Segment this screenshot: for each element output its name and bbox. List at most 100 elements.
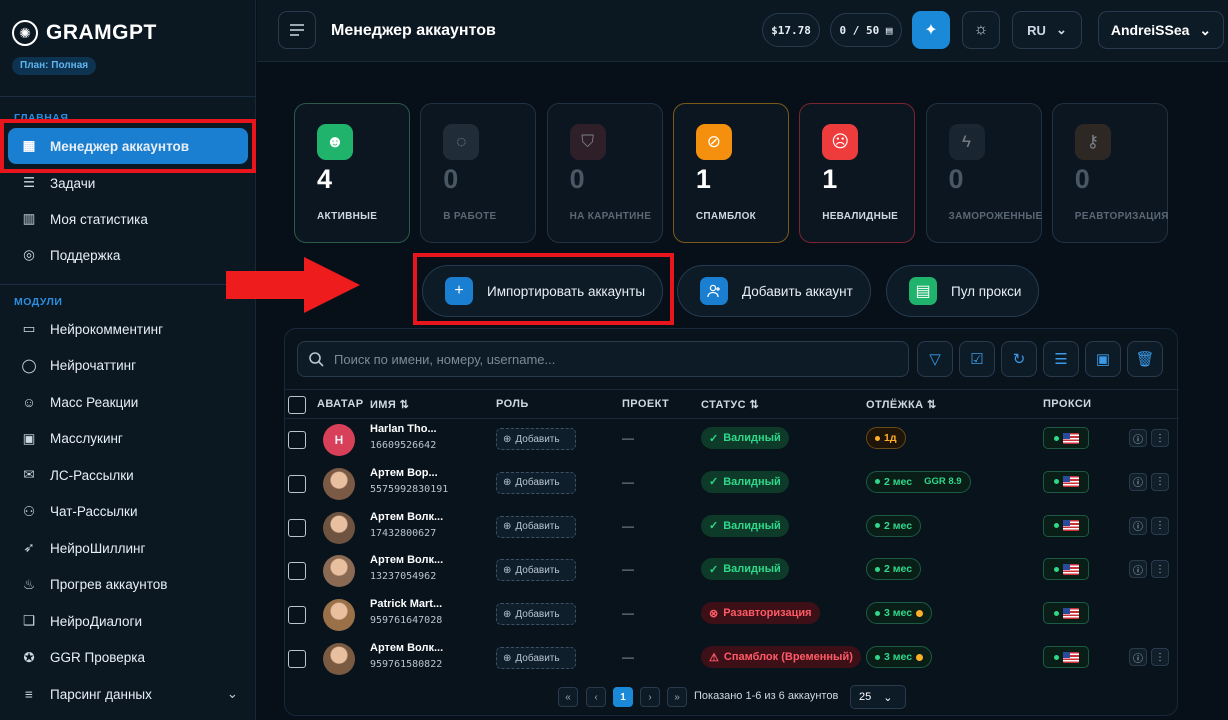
refresh-button[interactable]: ↻: [1001, 341, 1037, 377]
sidebar-module-9[interactable]: ❑ НейроДиалоги: [8, 603, 248, 639]
sidebar-module-10[interactable]: ✪ GGR Проверка: [8, 640, 248, 676]
info-button[interactable]: ⓘ: [1129, 472, 1147, 491]
stat-card-3[interactable]: ⛉ 0 НА КАРАНТИНЕ: [546, 103, 663, 243]
stat-card-2[interactable]: ◌ 0 В РАБОТЕ: [420, 103, 537, 243]
account-phone: 16609526642: [370, 440, 437, 451]
language-select[interactable]: RU ⌄: [1012, 11, 1082, 49]
brand[interactable]: ✺ GRAMGPT: [12, 20, 157, 46]
theme-toggle-button[interactable]: ☼: [962, 11, 1000, 49]
balance-badge[interactable]: $17.78: [762, 13, 820, 47]
columns-settings-button[interactable]: ☰: [1043, 341, 1079, 377]
th-otlezhka[interactable]: ОТЛЁЖКА ⇅: [866, 398, 937, 411]
proxy-badge[interactable]: [1043, 602, 1089, 625]
ai-sparkle-button[interactable]: ✦: [912, 11, 950, 49]
add-role-button[interactable]: ⊕ Добавить: [496, 647, 576, 669]
sidebar-module-label: ЛС-Рассылки: [50, 467, 134, 483]
sidebar-module-label: Масс Реакции: [50, 394, 139, 410]
th-avatar: АВАТАР: [317, 398, 364, 410]
import-accounts-button[interactable]: + Импортировать аккаунты: [422, 265, 663, 317]
account-name: Patrick Mart...: [370, 598, 443, 611]
stat-card-6[interactable]: ϟ 0 ЗАМОРОЖЕННЫЕ: [925, 103, 1042, 243]
stat-card-7[interactable]: ⚷ 0 РЕАВТОРИЗАЦИЯ: [1051, 103, 1168, 243]
stat-card-4[interactable]: ⊘ 1 СПАМБЛОК: [672, 103, 789, 243]
status-dot: [875, 566, 880, 572]
check-circle-icon: ✓: [709, 520, 719, 533]
next-page-button[interactable]: ›: [640, 687, 660, 707]
plus-circle-icon: ⊕: [503, 521, 512, 533]
sidebar-module-2[interactable]: ◯ Нейрочаттинг: [8, 348, 248, 384]
delete-button[interactable]: 🗑: [1127, 341, 1163, 377]
stat-card-1[interactable]: ☻ 4 АКТИВНЫЕ: [294, 103, 410, 243]
proxy-badge[interactable]: [1043, 558, 1089, 581]
project-value: —: [622, 431, 634, 445]
more-options-button[interactable]: ⋮: [1151, 429, 1169, 447]
add-role-button[interactable]: ⊕ Добавить: [496, 603, 576, 626]
status-dot: [1053, 523, 1059, 529]
info-button[interactable]: ⓘ: [1129, 648, 1147, 666]
proxy-badge[interactable]: [1043, 646, 1089, 668]
sidebar-module-4[interactable]: ▣ Масслукинг: [8, 421, 248, 457]
sidebar-item-2[interactable]: ☰ Задачи: [8, 165, 248, 201]
smile-icon: ☺: [22, 394, 36, 410]
per-page-select[interactable]: 25 ⌄: [850, 685, 906, 709]
current-page-button[interactable]: 1: [613, 687, 633, 707]
sidebar-module-1[interactable]: ▭ Нейрокомментинг: [8, 311, 248, 347]
table-row[interactable]: Артем Волк... 17432800627 ⊕ Добавить — ✓ Валид…: [285, 505, 1179, 549]
table-row[interactable]: Артем Волк... 959761580822 ⊕ Добавить — ⚠ Спам…: [285, 636, 1179, 680]
status-text: Валидный: [723, 432, 781, 444]
row-checkbox[interactable]: [288, 474, 306, 493]
row-checkbox[interactable]: [288, 431, 306, 449]
image-button[interactable]: ▣: [1085, 341, 1121, 377]
th-name[interactable]: ИМЯ ⇅: [370, 398, 409, 411]
sidebar-module-5[interactable]: ✉ ЛС-Рассылки: [8, 457, 248, 493]
info-button[interactable]: ⓘ: [1129, 429, 1147, 447]
stat-card-5[interactable]: ☹ 1 НЕВАЛИДНЫЕ: [799, 103, 916, 243]
row-checkbox[interactable]: [288, 518, 306, 537]
add-account-button[interactable]: Добавить аккаунт: [677, 265, 871, 317]
info-button[interactable]: ⓘ: [1129, 516, 1147, 535]
sidebar-module-6[interactable]: ⚇ Чат-Рассылки: [8, 494, 248, 530]
table-row[interactable]: Артем Вор... 5575992830191 ⊕ Добавить — ✓ Вали…: [285, 461, 1179, 505]
table-row[interactable]: H Harlan Tho... 16609526642 ⊕ Добавить — ✓ Вали…: [285, 417, 1179, 461]
add-role-button[interactable]: ⊕ Добавить: [496, 515, 576, 538]
search-input[interactable]: Поиск по имени, номеру, username...: [297, 341, 909, 377]
add-role-button[interactable]: ⊕ Добавить: [496, 471, 576, 494]
info-button[interactable]: ⓘ: [1129, 560, 1147, 579]
select-all-button[interactable]: ☑: [959, 341, 995, 377]
proxy-badge[interactable]: [1043, 427, 1089, 449]
more-options-button[interactable]: ⋮: [1151, 560, 1169, 579]
row-checkbox[interactable]: [288, 606, 306, 625]
proxy-badge[interactable]: [1043, 514, 1089, 537]
proxy-badge[interactable]: [1043, 470, 1089, 493]
prev-page-button[interactable]: ‹: [586, 687, 606, 707]
comment-icon: ▭: [22, 321, 36, 336]
row-checkbox[interactable]: [288, 562, 306, 581]
first-page-button[interactable]: «: [558, 687, 578, 707]
select-all-checkbox[interactable]: [288, 396, 306, 414]
add-role-button[interactable]: ⊕ Добавить: [496, 428, 576, 450]
more-options-button[interactable]: ⋮: [1151, 648, 1169, 666]
more-options-button[interactable]: ⋮: [1151, 472, 1169, 491]
more-options-button[interactable]: ⋮: [1151, 516, 1169, 535]
sidebar-item-3[interactable]: ▥ Моя статистика: [8, 201, 248, 237]
user-menu[interactable]: AndreiSSea ⌄: [1098, 11, 1224, 49]
proxy-pool-button[interactable]: ▤ Пул прокси: [886, 265, 1039, 317]
row-checkbox[interactable]: [288, 650, 306, 668]
account-name: Артем Волк...: [370, 642, 444, 654]
sidebar-module-7[interactable]: ➶ НейроШиллинг: [8, 530, 248, 566]
last-page-button[interactable]: »: [667, 687, 687, 707]
accounts-quota-badge[interactable]: 0 / 50 ▤: [830, 13, 902, 47]
filter-button[interactable]: ▽: [917, 341, 953, 377]
add-role-button[interactable]: ⊕ Добавить: [496, 559, 576, 582]
menu-toggle-button[interactable]: [278, 11, 316, 49]
sidebar-item-4[interactable]: ◎ Поддержка: [8, 237, 248, 273]
sidebar-module-8[interactable]: ♨ Прогрев аккаунтов: [8, 567, 248, 603]
spinner-icon: ◌: [443, 124, 480, 160]
table-row[interactable]: Patrick Mart... 959761647028 ⊕ Добавить — ⊗ Ра…: [285, 592, 1179, 636]
proxy-pool-label: Пул прокси: [951, 283, 1022, 299]
table-row[interactable]: Артем Волк... 13237054962 ⊕ Добавить — ✓ Валид…: [285, 548, 1179, 592]
th-status[interactable]: СТАТУС ⇅: [701, 398, 759, 411]
sidebar-module-11[interactable]: ≡ Парсинг данных ⌄: [8, 676, 248, 712]
sidebar-item-1[interactable]: ▦ Менеджер аккаунтов: [8, 128, 248, 164]
sidebar-module-3[interactable]: ☺ Масс Реакции: [8, 384, 248, 420]
